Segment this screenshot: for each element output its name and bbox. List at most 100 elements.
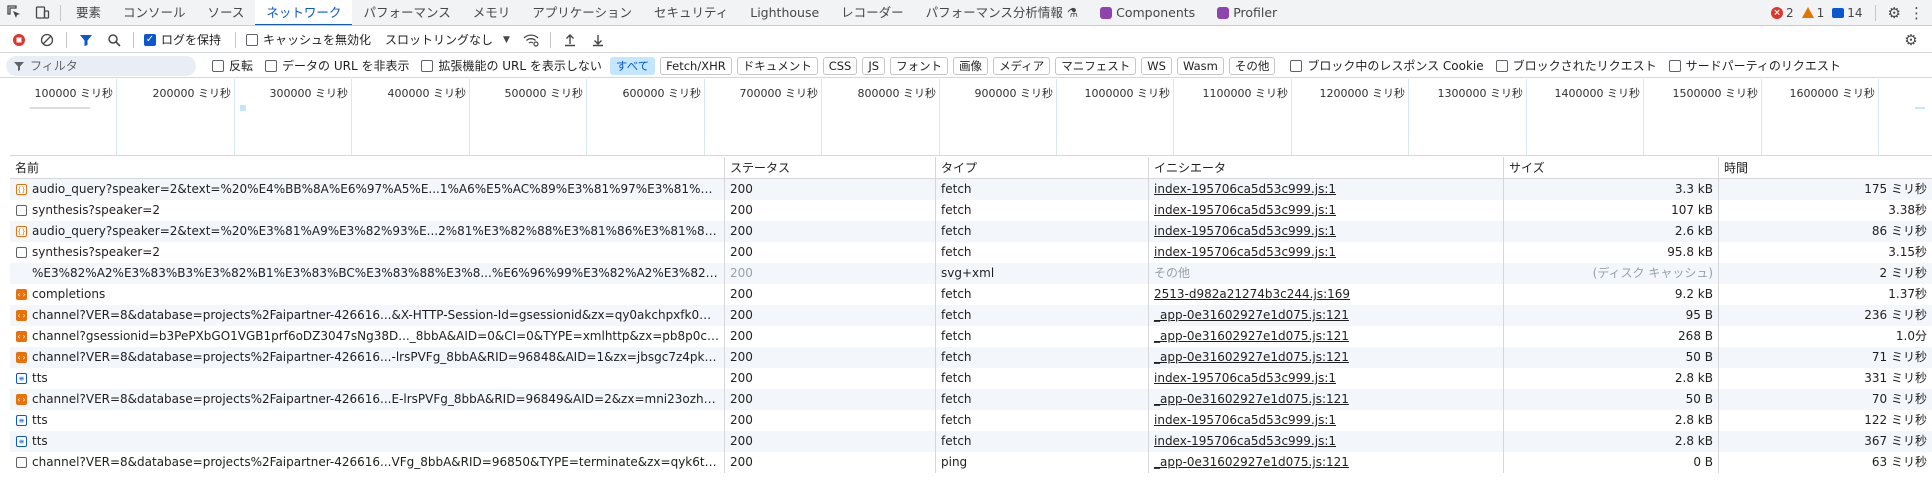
export-har-icon[interactable] bbox=[585, 29, 611, 51]
tab-3[interactable]: ネットワーク bbox=[255, 0, 353, 25]
table-row[interactable]: channel?VER=8&database=projects%2Faipart… bbox=[10, 452, 1932, 473]
request-name[interactable]: channel?VER=8&database=projects%2Faipart… bbox=[10, 452, 725, 473]
request-name[interactable]: synthesis?speaker=2 bbox=[10, 242, 725, 263]
type-filter-6[interactable]: 画像 bbox=[953, 56, 989, 75]
request-name[interactable]: ‹› channel?VER=8&database=projects%2Faipa… bbox=[10, 347, 725, 368]
invert-checkbox[interactable]: 反転 bbox=[212, 57, 253, 74]
initiator-link[interactable]: index-195706ca5d53c999.js:1 bbox=[1154, 434, 1336, 448]
filter-input[interactable]: フィルタ bbox=[6, 55, 196, 76]
hide-data-urls-checkbox[interactable]: データの URL を非表示 bbox=[265, 57, 409, 74]
tab-6[interactable]: アプリケーション bbox=[521, 0, 643, 25]
initiator-link[interactable]: _app-0e31602927e1d075.js:121 bbox=[1154, 329, 1349, 343]
throttling-select[interactable]: スロットリングなし ▼ bbox=[385, 31, 510, 48]
type-filter-10[interactable]: Wasm bbox=[1176, 56, 1224, 75]
blocked-cookies-checkbox[interactable]: ブロック中のレスポンス Cookie bbox=[1290, 57, 1484, 74]
request-initiator[interactable]: _app-0e31602927e1d075.js:121 bbox=[1149, 305, 1504, 326]
column-header-type[interactable]: タイプ bbox=[936, 157, 1149, 178]
filter-icon[interactable] bbox=[73, 29, 99, 51]
column-header-time[interactable]: 時間 bbox=[1719, 157, 1932, 178]
request-initiator[interactable]: _app-0e31602927e1d075.js:121 bbox=[1149, 452, 1504, 473]
tab-4[interactable]: パフォーマンス bbox=[352, 0, 461, 25]
inspect-element-icon[interactable] bbox=[0, 0, 28, 25]
request-initiator[interactable]: _app-0e31602927e1d075.js:121 bbox=[1149, 389, 1504, 410]
request-initiator[interactable]: index-195706ca5d53c999.js:1 bbox=[1149, 410, 1504, 431]
initiator-link[interactable]: _app-0e31602927e1d075.js:121 bbox=[1154, 455, 1349, 469]
request-initiator[interactable]: index-195706ca5d53c999.js:1 bbox=[1149, 242, 1504, 263]
blocked-requests-checkbox[interactable]: ブロックされたリクエスト bbox=[1495, 57, 1657, 74]
disable-cache-checkbox[interactable]: キャッシュを無効化 bbox=[246, 31, 371, 48]
settings-gear-icon[interactable]: ⚙ bbox=[1888, 4, 1901, 22]
network-settings-gear-icon[interactable]: ⚙ bbox=[1898, 29, 1924, 51]
table-row[interactable]: ‹› completions 200 fetch 2513-d982a21274b3c2… bbox=[10, 284, 1932, 305]
preserve-log-checkbox[interactable]: ログを保持 bbox=[144, 31, 221, 48]
timeline-overview[interactable]: 100000 ミリ秒 200000 ミリ秒 300000 ミリ秒 400000 ミリ秒… bbox=[10, 79, 1932, 156]
request-name[interactable]: ‹› channel?gsessionid=b3PePXbGO1VGB1prf6o… bbox=[10, 326, 725, 347]
search-icon[interactable] bbox=[101, 29, 127, 51]
type-filter-2[interactable]: ドキュメント bbox=[736, 56, 818, 75]
initiator-link[interactable]: index-195706ca5d53c999.js:1 bbox=[1154, 182, 1336, 196]
column-header-name[interactable]: 名前 bbox=[10, 157, 725, 178]
third-party-checkbox[interactable]: サードパーティのリクエスト bbox=[1668, 57, 1841, 74]
request-name[interactable]: ‹› channel?VER=8&database=projects%2Faipa… bbox=[10, 305, 725, 326]
message-counter[interactable]: 14 bbox=[1832, 6, 1863, 20]
table-row[interactable]: ‹› channel?VER=8&database=projects%2Faipa… bbox=[10, 347, 1932, 368]
type-filter-5[interactable]: フォント bbox=[890, 56, 949, 75]
request-name[interactable]: synthesis?speaker=2 bbox=[10, 200, 725, 221]
table-row[interactable]: synthesis?speaker=2 200 fetch index-195706c… bbox=[10, 200, 1932, 221]
network-conditions-icon[interactable] bbox=[518, 29, 544, 51]
request-name[interactable]: {} audio_query?speaker=2&text=%20%E3%81%A… bbox=[10, 221, 725, 242]
request-initiator[interactable]: _app-0e31602927e1d075.js:121 bbox=[1149, 326, 1504, 347]
table-row[interactable]: ‹› channel?VER=8&database=projects%2Faipa… bbox=[10, 305, 1932, 326]
request-initiator[interactable]: 2513-d982a21274b3c244.js:169 bbox=[1149, 284, 1504, 305]
type-filter-8[interactable]: マニフェスト bbox=[1055, 56, 1137, 75]
request-name[interactable]: ≡ tts bbox=[10, 410, 725, 431]
request-name[interactable]: %E3%82%A2%E3%83%B3%E3%82%B1%E3%83%BC%E3%… bbox=[10, 263, 725, 284]
initiator-link[interactable]: _app-0e31602927e1d075.js:121 bbox=[1154, 350, 1349, 364]
error-counter[interactable]: × 2 bbox=[1770, 6, 1794, 20]
tab-12[interactable]: Profiler bbox=[1206, 0, 1288, 25]
initiator-link[interactable]: _app-0e31602927e1d075.js:121 bbox=[1154, 392, 1349, 406]
tab-5[interactable]: メモリ bbox=[462, 0, 522, 25]
type-filter-7[interactable]: メディア bbox=[993, 56, 1051, 75]
initiator-link[interactable]: index-195706ca5d53c999.js:1 bbox=[1154, 413, 1336, 427]
column-header-initiator[interactable]: イニシエータ bbox=[1149, 157, 1504, 178]
tab-11[interactable]: Components bbox=[1089, 0, 1206, 25]
initiator-link[interactable]: _app-0e31602927e1d075.js:121 bbox=[1154, 308, 1349, 322]
request-name[interactable]: {} audio_query?speaker=2&text=%20%E4%BB%8… bbox=[10, 179, 725, 200]
import-har-icon[interactable] bbox=[557, 29, 583, 51]
request-initiator[interactable]: index-195706ca5d53c999.js:1 bbox=[1149, 221, 1504, 242]
table-row[interactable]: ≡ tts 200 fetch index-195706ca5d53c999.js:1 2… bbox=[10, 368, 1932, 389]
type-filter-4[interactable]: JS bbox=[862, 56, 886, 75]
more-options-icon[interactable]: ⋮ bbox=[1909, 4, 1924, 22]
initiator-link[interactable]: index-195706ca5d53c999.js:1 bbox=[1154, 203, 1336, 217]
initiator-link[interactable]: index-195706ca5d53c999.js:1 bbox=[1154, 224, 1336, 238]
table-row[interactable]: ≡ tts 200 fetch index-195706ca5d53c999.js:1 2… bbox=[10, 431, 1932, 452]
initiator-link[interactable]: index-195706ca5d53c999.js:1 bbox=[1154, 371, 1336, 385]
request-initiator[interactable]: _app-0e31602927e1d075.js:121 bbox=[1149, 347, 1504, 368]
table-row[interactable]: %E3%82%A2%E3%83%B3%E3%82%B1%E3%83%BC%E3%… bbox=[10, 263, 1932, 284]
type-filter-11[interactable]: その他 bbox=[1228, 56, 1276, 75]
record-stop-icon[interactable] bbox=[6, 29, 32, 51]
type-filter-9[interactable]: WS bbox=[1141, 56, 1172, 75]
tab-1[interactable]: コンソール bbox=[112, 0, 197, 25]
table-row[interactable]: ≡ tts 200 fetch index-195706ca5d53c999.js:1 2… bbox=[10, 410, 1932, 431]
request-name[interactable]: ≡ tts bbox=[10, 368, 725, 389]
tab-7[interactable]: セキュリティ bbox=[643, 0, 739, 25]
table-row[interactable]: {} audio_query?speaker=2&text=%20%E4%BB%8… bbox=[10, 179, 1932, 200]
tab-2[interactable]: ソース bbox=[197, 0, 256, 25]
initiator-link[interactable]: index-195706ca5d53c999.js:1 bbox=[1154, 245, 1336, 259]
type-filter-1[interactable]: Fetch/XHR bbox=[660, 56, 732, 75]
request-initiator[interactable]: index-195706ca5d53c999.js:1 bbox=[1149, 368, 1504, 389]
request-name[interactable]: ≡ tts bbox=[10, 431, 725, 452]
table-row[interactable]: ‹› channel?gsessionid=b3PePXbGO1VGB1prf6o… bbox=[10, 326, 1932, 347]
table-row[interactable]: synthesis?speaker=2 200 fetch index-195706c… bbox=[10, 242, 1932, 263]
warning-counter[interactable]: 1 bbox=[1801, 6, 1824, 20]
request-initiator[interactable]: index-195706ca5d53c999.js:1 bbox=[1149, 179, 1504, 200]
table-row[interactable]: {} audio_query?speaker=2&text=%20%E3%81%A… bbox=[10, 221, 1932, 242]
table-row[interactable]: ‹› channel?VER=8&database=projects%2Faipa… bbox=[10, 389, 1932, 410]
clear-icon[interactable] bbox=[34, 29, 60, 51]
type-filter-0[interactable]: すべて bbox=[609, 56, 656, 75]
request-name[interactable]: ‹› completions bbox=[10, 284, 725, 305]
request-initiator[interactable]: index-195706ca5d53c999.js:1 bbox=[1149, 200, 1504, 221]
tab-9[interactable]: レコーダー bbox=[830, 0, 915, 25]
